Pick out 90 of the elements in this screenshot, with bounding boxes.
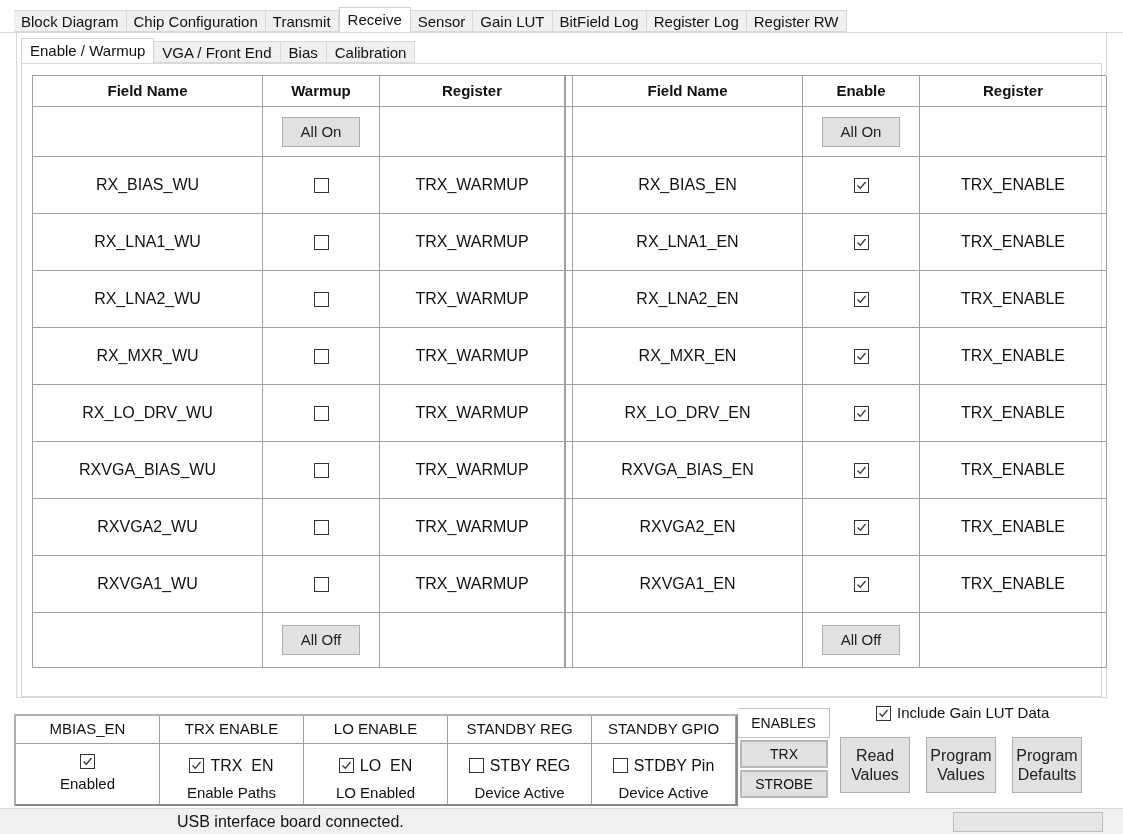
- side-tab[interactable]: TRX: [740, 740, 828, 768]
- group-header: STANDBY GPIO: [592, 716, 735, 744]
- table-cell: RX_LNA2_EN: [573, 271, 803, 328]
- sub-tab[interactable]: Bias: [280, 41, 327, 63]
- checkbox[interactable]: [313, 291, 329, 307]
- checkbox[interactable]: [853, 519, 869, 535]
- checkbox[interactable]: [338, 758, 354, 773]
- tab[interactable]: BitField Log: [552, 10, 647, 32]
- side-tab[interactable]: STROBE: [740, 770, 828, 798]
- action-button[interactable]: Read Values: [840, 736, 910, 793]
- table-cell: TRX_ENABLE: [920, 328, 1107, 385]
- table-cell: RX_MXR_WU: [33, 328, 263, 385]
- sub-tab[interactable]: Enable / Warmup: [21, 38, 155, 63]
- table-cell: RX_LNA1_WU: [33, 214, 263, 271]
- column-header: Field Name: [33, 76, 263, 107]
- checkbox[interactable]: [468, 758, 484, 773]
- status-caption: LO Enabled: [334, 782, 417, 803]
- table-cell: TRX_ENABLE: [920, 271, 1107, 328]
- checkbox[interactable]: [313, 177, 329, 193]
- tab[interactable]: Block Diagram: [14, 10, 127, 32]
- table-cell: RX_LNA1_EN: [573, 214, 803, 271]
- status-caption: Enabled: [58, 774, 117, 794]
- checkbox[interactable]: [876, 705, 891, 721]
- tab[interactable]: Chip Configuration: [126, 10, 266, 32]
- table-cell: RX_MXR_EN: [573, 328, 803, 385]
- table-cell: RXVGA1_WU: [33, 556, 263, 613]
- column-header: Field Name: [573, 76, 803, 107]
- checkbox[interactable]: [313, 405, 329, 421]
- table-cell: RXVGA_BIAS_EN: [573, 442, 803, 499]
- table-cell: TRX_ENABLE: [920, 442, 1107, 499]
- column-header: Warmup: [263, 76, 380, 107]
- checkbox[interactable]: [313, 462, 329, 478]
- table-cell: RXVGA_BIAS_WU: [33, 442, 263, 499]
- action-button[interactable]: All Off: [282, 625, 360, 655]
- action-button[interactable]: All On: [282, 116, 360, 147]
- tab[interactable]: Sensor: [410, 10, 474, 32]
- table-cell: TRX_ENABLE: [920, 157, 1107, 214]
- tab[interactable]: Register Log: [646, 10, 747, 32]
- group-header: LO ENABLE: [304, 716, 447, 744]
- checkbox-label: LO EN: [359, 755, 413, 776]
- checkbox-label: STDBY Pin: [633, 755, 715, 776]
- status-caption: Enable Paths: [185, 782, 278, 803]
- action-button[interactable]: Program Values: [926, 736, 996, 793]
- table-cell: TRX_ENABLE: [920, 499, 1107, 556]
- action-button[interactable]: All Off: [822, 625, 900, 655]
- checkbox[interactable]: [853, 234, 869, 250]
- action-button[interactable]: Program Defaults: [1012, 736, 1082, 793]
- checkbox[interactable]: [853, 462, 869, 478]
- table-cell: RX_LNA2_WU: [33, 271, 263, 328]
- table-cell: RXVGA1_EN: [573, 556, 803, 613]
- checkbox-label: Include Gain LUT Data: [897, 703, 1050, 723]
- checkbox[interactable]: [853, 291, 869, 307]
- group-header: TRX ENABLE: [160, 716, 303, 744]
- table-cell: TRX_ENABLE: [920, 385, 1107, 442]
- checkbox[interactable]: [313, 576, 329, 592]
- checkbox[interactable]: [313, 348, 329, 364]
- column-header: Register: [920, 76, 1107, 107]
- side-tab[interactable]: ENABLES: [738, 708, 830, 738]
- checkbox[interactable]: [853, 576, 869, 592]
- checkbox[interactable]: [853, 177, 869, 193]
- checkbox[interactable]: [80, 754, 95, 769]
- checkbox[interactable]: [612, 758, 628, 773]
- table-cell: TRX_ENABLE: [920, 214, 1107, 271]
- checkbox[interactable]: [853, 348, 869, 364]
- table-cell: TRX_ENABLE: [920, 556, 1107, 613]
- table-cell: RX_BIAS_EN: [573, 157, 803, 214]
- status-caption: Device Active: [473, 782, 566, 803]
- tab[interactable]: Receive: [338, 7, 411, 32]
- table-cell: RX_LO_DRV_EN: [573, 385, 803, 442]
- checkbox[interactable]: [313, 234, 329, 250]
- tab[interactable]: Transmit: [265, 10, 339, 32]
- action-button[interactable]: All On: [822, 116, 900, 147]
- sub-tab[interactable]: VGA / Front End: [154, 41, 281, 63]
- column-header: Enable: [803, 76, 920, 107]
- checkbox-label: STBY REG: [489, 755, 571, 776]
- tab[interactable]: Gain LUT: [473, 10, 553, 32]
- checkbox[interactable]: [313, 519, 329, 535]
- checkbox[interactable]: [189, 758, 205, 773]
- table-cell: RXVGA2_EN: [573, 499, 803, 556]
- checkbox[interactable]: [853, 405, 869, 421]
- status-text: USB interface board connected.: [177, 811, 404, 832]
- table-cell: RX_BIAS_WU: [33, 157, 263, 214]
- status-caption: Device Active: [617, 782, 710, 803]
- table-cell: RX_LO_DRV_WU: [33, 385, 263, 442]
- group-header: STANDBY REG: [448, 716, 591, 744]
- table-cell: RXVGA2_WU: [33, 499, 263, 556]
- checkbox-label: TRX EN: [210, 755, 274, 776]
- tab[interactable]: Register RW: [746, 10, 847, 32]
- sub-tab[interactable]: Calibration: [326, 41, 416, 63]
- group-header: MBIAS_EN: [16, 716, 159, 744]
